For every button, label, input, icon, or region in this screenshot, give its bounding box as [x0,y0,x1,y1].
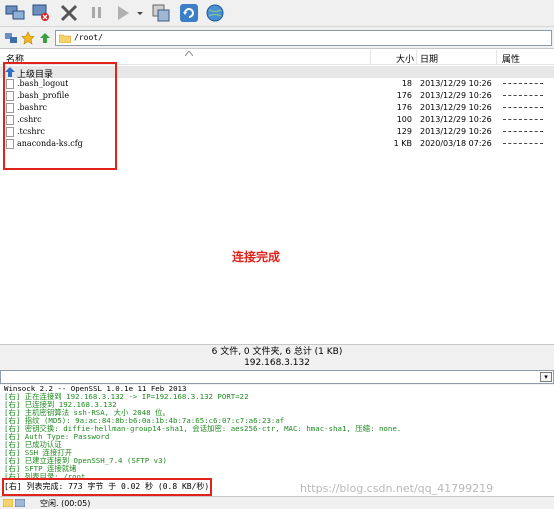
pause-icon[interactable] [86,2,108,24]
status-icon [15,499,25,507]
file-size: 176 [396,103,412,112]
address-bar: /root/ [0,28,554,48]
folder-icon [59,34,71,43]
bottom-status-bar: 空闲. (00:05) [0,496,554,509]
host-address: 192.168.3.132 [244,358,310,368]
file-permissions [503,143,543,144]
file-permissions [503,107,543,108]
site-manager-icon[interactable] [4,31,18,45]
file-date: 2013/12/29 10:26 [420,127,492,136]
file-date: 2013/12/29 10:26 [420,103,492,112]
watermark: https://blog.csdn.net/qq_41799219 [300,482,494,495]
connect-icon[interactable] [4,2,26,24]
file-date: 2013/12/29 10:26 [420,79,492,88]
file-size: 18 [401,79,412,88]
column-permissions[interactable]: 属性 [502,52,520,65]
disconnect-icon[interactable] [30,2,52,24]
transfer-icon[interactable] [150,2,172,24]
go-up-icon[interactable] [38,31,52,45]
file-permissions [503,95,543,96]
path-input[interactable]: /root/ [55,30,552,46]
file-size: 129 [396,127,412,136]
file-date: 2013/12/29 10:26 [420,91,492,100]
file-date: 2020/03/18 07:26 [420,139,492,148]
file-size: 100 [396,115,412,124]
favorites-star-icon[interactable] [21,31,35,45]
run-icon[interactable] [112,2,134,24]
file-permissions [503,83,543,84]
file-size: 1 KB [393,139,412,148]
file-permissions [503,131,543,132]
status-panel: 6 文件, 0 文件夹, 6 总计 (1 KB) 192.168.3.132 [0,344,554,368]
abort-icon[interactable] [58,2,80,24]
sort-arrow-icon [185,51,193,56]
column-size[interactable]: 大小 [396,52,414,65]
file-date: 2013/12/29 10:26 [420,115,492,124]
toolbar [0,0,554,27]
idle-status: 空闲. (00:05) [40,499,91,508]
refresh-icon[interactable] [178,2,200,24]
chevron-down-icon[interactable]: ▾ [540,372,552,382]
dropdown-arrow-icon[interactable] [134,2,146,24]
file-summary: 6 文件, 0 文件夹, 6 总计 (1 KB) [211,347,343,357]
annotation-box [3,62,117,170]
globe-icon[interactable] [204,2,226,24]
path-text: /root/ [74,33,103,42]
file-size: 176 [396,91,412,100]
file-permissions [503,119,543,120]
column-date[interactable]: 日期 [420,52,438,65]
queue-icon [3,499,13,507]
annotation-box [2,478,212,496]
connection-complete-annotation: 连接完成 [232,250,281,264]
command-input[interactable]: ▾ [0,370,554,384]
